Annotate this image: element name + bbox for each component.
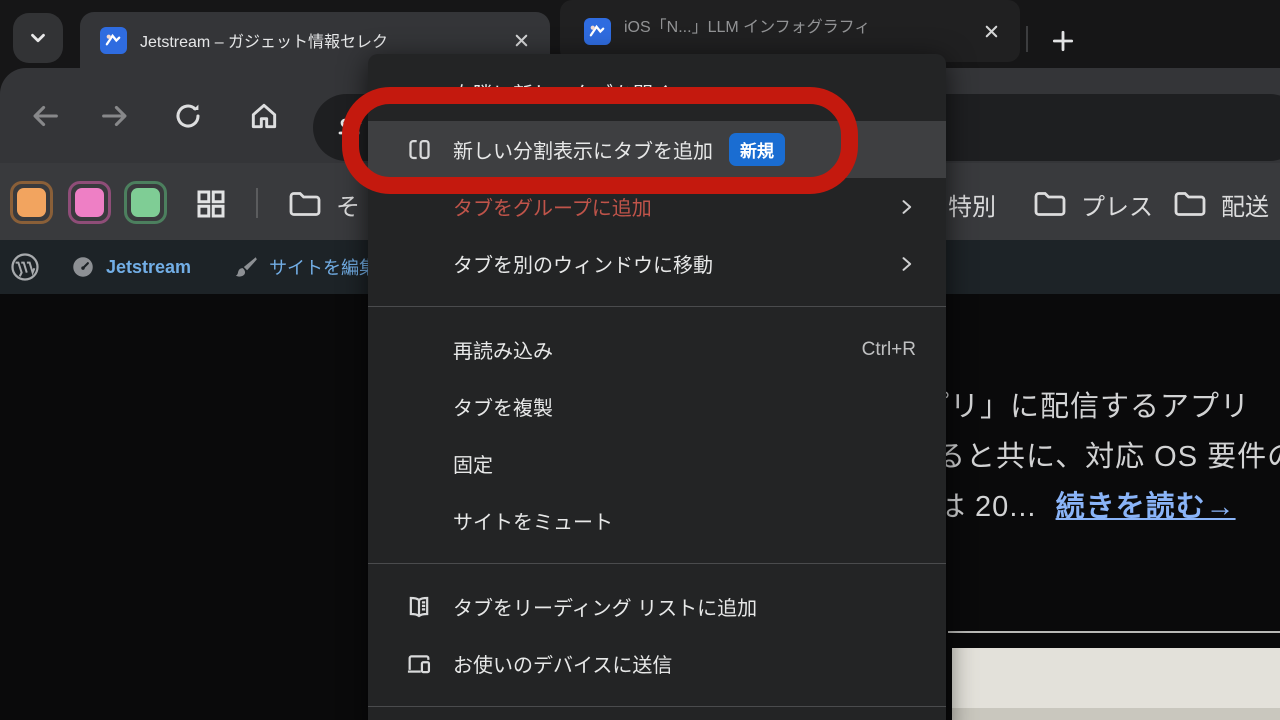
chevron-down-icon bbox=[27, 27, 49, 49]
close-icon[interactable] bbox=[506, 25, 536, 55]
tab-search-button[interactable] bbox=[13, 13, 63, 63]
submenu-arrow-icon bbox=[896, 254, 916, 274]
annotation-highlight-ring bbox=[342, 87, 858, 194]
menu-item-label: 固定 bbox=[453, 449, 493, 478]
page-text-fragment: は 20... bbox=[936, 491, 1037, 523]
wp-link-label: Jetstream bbox=[106, 257, 191, 278]
menu-item-label: お使いのデバイスに送信 bbox=[453, 649, 672, 678]
tab-group-chip-green[interactable] bbox=[124, 181, 167, 224]
new-tab-button[interactable] bbox=[1046, 24, 1080, 58]
read-more-link[interactable]: 続きを読む→ bbox=[1056, 491, 1236, 523]
send-to-device-icon bbox=[404, 649, 434, 679]
menu-separator bbox=[368, 563, 946, 564]
menu-item-move-tab-to-window[interactable]: タブを別のウィンドウに移動 bbox=[368, 235, 946, 292]
tab-group-chip-orange[interactable] bbox=[10, 181, 53, 224]
content-divider-line bbox=[948, 631, 1280, 633]
tab-title: Jetstream – ガジェット情報セレク bbox=[140, 28, 506, 52]
menu-icon-slot bbox=[404, 506, 434, 536]
folder-label: 配送 bbox=[1221, 187, 1269, 222]
folder-icon bbox=[1033, 190, 1067, 218]
chip-fill bbox=[17, 188, 46, 217]
tab-2[interactable]: iOS「N...」LLM インフォグラフィ bbox=[560, 0, 1020, 62]
folder-label: 特別 bbox=[948, 187, 996, 222]
back-button[interactable] bbox=[25, 96, 65, 136]
page-text-line: は 20... 続きを読む→ bbox=[936, 483, 1236, 525]
menu-item-reload[interactable]: 再読み込み Ctrl+R bbox=[368, 321, 946, 378]
bookmark-folder-haisou[interactable]: 配送 bbox=[1173, 188, 1269, 220]
site-favicon bbox=[584, 18, 611, 45]
bookmark-folder-sono[interactable]: そ bbox=[288, 188, 360, 220]
menu-item-duplicate-tab[interactable]: タブを複製 bbox=[368, 378, 946, 435]
menu-separator bbox=[368, 706, 946, 707]
menu-item-label: 再読み込み bbox=[453, 335, 553, 364]
menu-separator bbox=[368, 306, 946, 307]
menu-item-add-to-reading-list[interactable]: タブをリーディング リストに追加 bbox=[368, 578, 946, 635]
tab-title: iOS「N...」LLM インフォグラフィ bbox=[624, 13, 976, 37]
bookmarks-divider bbox=[256, 188, 258, 218]
forward-button[interactable] bbox=[95, 96, 135, 136]
site-favicon bbox=[100, 27, 127, 54]
folder-label: そ bbox=[336, 187, 360, 222]
gauge-icon bbox=[70, 254, 96, 280]
chip-fill bbox=[75, 188, 104, 217]
chip-fill bbox=[131, 188, 160, 217]
page-text-line: ると共に、対応 OS 要件の bbox=[936, 433, 1280, 475]
menu-item-label: タブを複製 bbox=[453, 392, 553, 421]
menu-icon-slot bbox=[404, 392, 434, 422]
page-image-edge bbox=[952, 708, 1280, 720]
menu-item-label: タブをグループに追加 bbox=[453, 192, 652, 221]
apps-grid-icon[interactable] bbox=[193, 186, 229, 222]
menu-icon-slot bbox=[404, 449, 434, 479]
bookmark-folder-press[interactable]: プレス bbox=[1033, 188, 1153, 220]
menu-icon-slot bbox=[404, 249, 434, 279]
menu-item-pin-tab[interactable]: 固定 bbox=[368, 435, 946, 492]
page-image-block bbox=[952, 648, 1280, 720]
wordpress-logo-icon[interactable] bbox=[10, 252, 40, 282]
menu-item-send-to-device[interactable]: お使いのデバイスに送信 bbox=[368, 635, 946, 692]
menu-item-label: タブを別のウィンドウに移動 bbox=[453, 249, 713, 278]
menu-item-mute-site[interactable]: サイトをミュート bbox=[368, 492, 946, 549]
menu-icon-slot bbox=[404, 192, 434, 222]
browser-window: iOS「N...」LLM インフォグラフィ Jetstream – ガジェット情… bbox=[0, 0, 1280, 720]
wp-link-label: サイトを編集 bbox=[269, 254, 377, 280]
folder-icon bbox=[1173, 190, 1207, 218]
menu-shortcut: Ctrl+R bbox=[862, 339, 916, 361]
bookmark-folder-tokubetsu[interactable]: 特別 bbox=[948, 188, 996, 220]
submenu-arrow-icon bbox=[896, 197, 916, 217]
close-icon[interactable] bbox=[976, 16, 1006, 46]
wp-edit-site-link[interactable]: サイトを編集 bbox=[233, 254, 377, 280]
reload-button[interactable] bbox=[168, 96, 208, 136]
reading-list-icon bbox=[404, 592, 434, 622]
menu-item-label: サイトをミュート bbox=[453, 506, 613, 535]
page-text-line: プリ」に配信するアプリ bbox=[920, 383, 1250, 425]
wp-jetstream-link[interactable]: Jetstream bbox=[70, 254, 191, 280]
menu-icon-slot bbox=[404, 335, 434, 365]
folder-label: プレス bbox=[1081, 187, 1153, 222]
menu-item-label: タブをリーディング リストに追加 bbox=[453, 592, 757, 621]
tab-divider bbox=[1026, 26, 1028, 52]
home-button[interactable] bbox=[244, 96, 284, 136]
folder-icon bbox=[288, 190, 322, 218]
tab-group-chip-pink[interactable] bbox=[68, 181, 111, 224]
brush-icon bbox=[233, 254, 259, 280]
